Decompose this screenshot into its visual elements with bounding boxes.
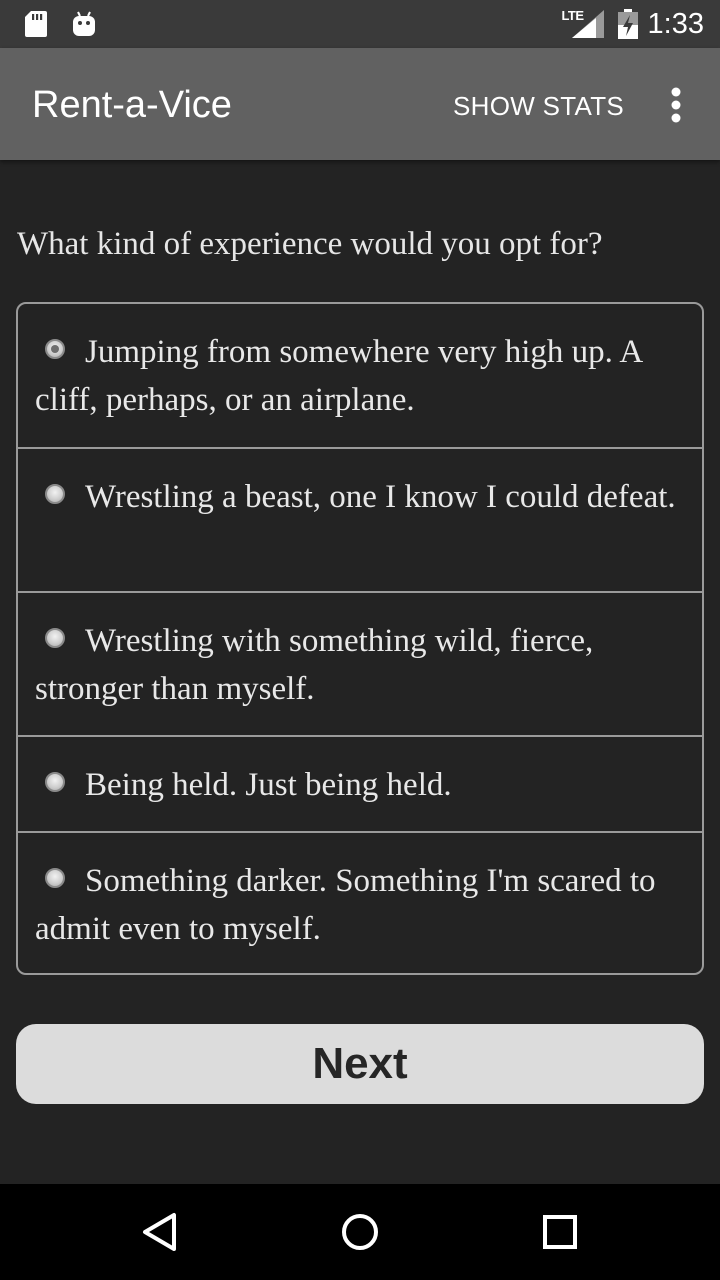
more-vert-icon xyxy=(671,87,681,123)
option-item[interactable]: Jumping from somewhere very high up. A c… xyxy=(18,304,702,449)
show-stats-button[interactable]: SHOW STATS xyxy=(453,88,624,124)
android-debug-icon xyxy=(73,11,95,36)
sd-card-icon xyxy=(25,11,47,37)
recents-button[interactable] xyxy=(540,1212,580,1252)
option-label: Jumping from somewhere very high up. A c… xyxy=(35,334,642,418)
option-label: Being held. Just being held. xyxy=(85,767,452,803)
option-item[interactable]: Something darker. Something I'm scared t… xyxy=(18,833,702,973)
navigation-bar xyxy=(0,1184,720,1280)
radio-button[interactable] xyxy=(45,772,65,792)
back-button[interactable] xyxy=(140,1212,180,1252)
radio-button[interactable] xyxy=(45,484,65,504)
option-item[interactable]: Wrestling a beast, one I know I could de… xyxy=(18,449,702,593)
back-icon xyxy=(143,1213,176,1251)
battery-charging-icon xyxy=(617,9,638,39)
option-label: Something darker. Something I'm scared t… xyxy=(35,863,656,947)
radio-button[interactable] xyxy=(45,628,65,648)
recents-icon xyxy=(543,1215,577,1249)
radio-button[interactable] xyxy=(45,339,65,359)
home-button[interactable] xyxy=(340,1212,380,1252)
home-icon xyxy=(342,1214,378,1250)
overflow-menu-button[interactable] xyxy=(658,82,694,130)
app-bar: Rent-a-Vice SHOW STATS xyxy=(0,48,720,160)
option-item[interactable]: Wrestling with something wild, fierce, s… xyxy=(18,593,702,737)
radio-button[interactable] xyxy=(45,868,65,888)
option-item[interactable]: Being held. Just being held. xyxy=(18,737,702,833)
status-bar: LTE 1:33 xyxy=(0,0,720,48)
clock: 1:33 xyxy=(647,7,704,40)
app-title: Rent-a-Vice xyxy=(32,84,232,126)
option-label: Wrestling a beast, one I know I could de… xyxy=(85,479,676,515)
question-text: What kind of experience would you opt fo… xyxy=(17,226,603,262)
options-list: Jumping from somewhere very high up. A c… xyxy=(16,302,704,975)
option-label: Wrestling with something wild, fierce, s… xyxy=(35,623,594,707)
next-button[interactable]: Next xyxy=(16,1024,704,1104)
network-type-label: LTE xyxy=(561,7,584,23)
